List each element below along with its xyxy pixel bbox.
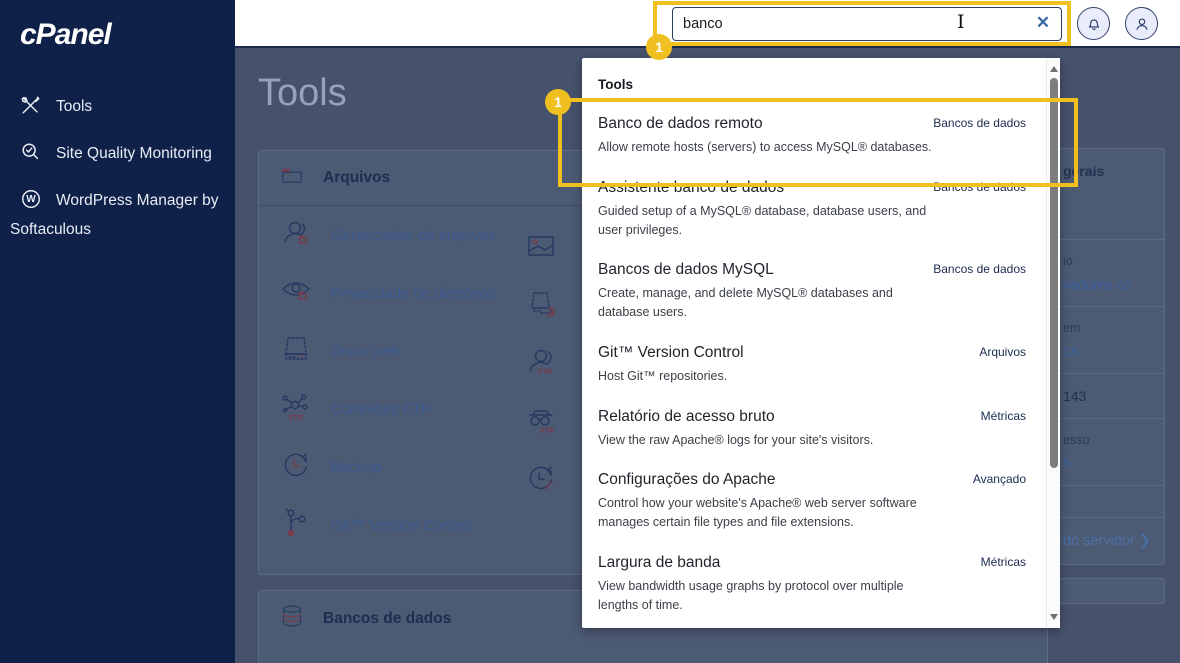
sidebar-item-label: Tools xyxy=(56,98,93,115)
notifications-button[interactable] xyxy=(1077,7,1110,40)
search-result-git-version-control[interactable]: Git™ Version Control Host Git™ repositor… xyxy=(582,333,1060,397)
search-result-largura-de-banda[interactable]: Largura de banda View bandwidth usage gr… xyxy=(582,543,1060,626)
search-result-bancos-de-dados-mysql[interactable]: Bancos de dados MySQL Create, manage, an… xyxy=(582,250,1060,333)
git-icon xyxy=(279,506,313,544)
search-result-banco-de-dados-remoto[interactable]: Banco de dados remoto Allow remote hosts… xyxy=(582,104,1060,168)
anonymous-ftp-icon: FTP xyxy=(524,403,558,441)
site-quality-icon xyxy=(20,141,42,163)
tool-item-ftp-accounts[interactable]: FTP xyxy=(524,335,558,393)
category-badge: Arquivos xyxy=(979,344,1026,359)
search-result-assistente-banco-de-dados[interactable]: Assistente banco de dados Guided setup o… xyxy=(582,168,1060,251)
search-input[interactable] xyxy=(672,7,1062,41)
svg-text:FTP: FTP xyxy=(540,426,554,435)
search-results-dropdown: Tools Banco de dados remoto Allow remote… xyxy=(582,58,1060,628)
web-disk-icon xyxy=(279,332,313,370)
sidebar-item-wordpress-manager[interactable]: W WordPress Manager by Softaculous xyxy=(10,186,225,244)
svg-text:W: W xyxy=(26,194,36,205)
dropdown-section-header: Tools xyxy=(598,77,633,92)
folder-icon xyxy=(279,163,305,194)
page-title: Tools xyxy=(258,72,347,114)
svg-text:FTP: FTP xyxy=(289,413,303,422)
cpanel-logo[interactable]: cPanel xyxy=(10,18,225,52)
tools-icon xyxy=(20,94,42,116)
domain-link[interactable]: vadores.co xyxy=(1063,276,1156,292)
user-account-button[interactable] xyxy=(1125,7,1158,40)
category-badge: Métricas xyxy=(980,408,1026,423)
tool-item-images[interactable] xyxy=(524,219,558,277)
dropdown-scrollbar[interactable] xyxy=(1046,58,1060,628)
bell-icon xyxy=(1088,18,1099,30)
search-result-relatorio-de-acesso-bruto[interactable]: Relatório de acesso bruto View the raw A… xyxy=(582,397,1060,461)
backup-icon xyxy=(279,448,313,486)
svg-text:FTP: FTP xyxy=(538,367,552,376)
scroll-up-icon[interactable] xyxy=(1050,66,1058,72)
sidebar-item-tools[interactable]: Tools xyxy=(10,92,225,121)
scrollbar-thumb[interactable] xyxy=(1049,78,1058,468)
category-badge: Bancos de dados xyxy=(933,262,1026,277)
sidebar-item-label: Site Quality Monitoring xyxy=(56,145,212,162)
topbar: I ✕ xyxy=(235,0,1180,48)
ftp-accounts-icon: FTP xyxy=(524,345,558,383)
category-badge: Métricas xyxy=(980,554,1026,569)
scroll-down-icon[interactable] xyxy=(1050,614,1058,620)
arquivos-second-column: FTP FTP xyxy=(524,219,558,509)
sidebar-item-site-quality[interactable]: Site Quality Monitoring xyxy=(10,139,225,168)
directory-privacy-icon xyxy=(279,274,313,312)
file-manager-icon xyxy=(279,216,313,254)
category-badge: Avançado xyxy=(972,472,1026,487)
category-badge: Bancos de dados xyxy=(933,116,1026,130)
wordpress-icon: W xyxy=(20,188,42,210)
database-icon xyxy=(279,603,305,634)
disk-usage-icon xyxy=(524,287,558,325)
cpanel-app: cPanel Tools Site Quality Monitoring W W… xyxy=(0,0,1180,663)
tool-item-disk-usage[interactable] xyxy=(524,277,558,335)
tool-item-backup-wizard[interactable] xyxy=(524,451,558,509)
images-icon xyxy=(524,229,558,267)
category-badge: Bancos de dados xyxy=(933,179,1026,194)
sidebar: cPanel Tools Site Quality Monitoring W W… xyxy=(0,0,235,663)
clear-search-icon[interactable]: ✕ xyxy=(1032,12,1054,34)
ftp-connections-icon: FTP xyxy=(279,390,313,428)
backup-wizard-icon xyxy=(524,461,558,499)
text-cursor-icon: I xyxy=(957,11,965,33)
tool-item-anonymous-ftp[interactable]: FTP xyxy=(524,393,558,451)
user-icon xyxy=(1136,17,1147,30)
search-result-configuracoes-do-apache[interactable]: Configurações do Apache Control how your… xyxy=(582,460,1060,543)
